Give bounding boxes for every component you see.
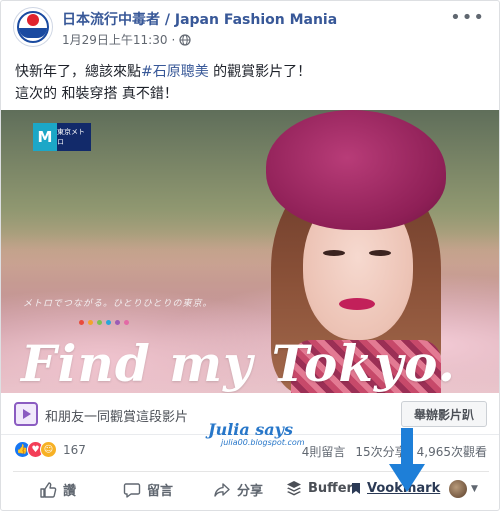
like-label: 讚 [63, 484, 77, 499]
video-player[interactable]: M 東京メトロ メトロでつながる。ひとりひとりの東京。 Find my Toky… [1, 110, 499, 393]
dot [115, 320, 120, 325]
video-color-dots [79, 320, 129, 325]
host-watch-party-button[interactable]: 舉辦影片趴 [401, 401, 487, 427]
bookmark-icon [352, 483, 360, 494]
watermark-title: Julia says [208, 420, 293, 439]
audience-selector[interactable]: ▼ [449, 480, 478, 498]
video-eye-right [369, 250, 391, 256]
video-beret [266, 110, 446, 230]
share-label: 分享 [237, 484, 264, 499]
haha-reaction-icon: ☺ [40, 441, 57, 458]
post-line-2: 這次的 和裝穿搭 真不錯！ [15, 86, 178, 102]
post-text: 快新年了，總該來點#石原聰美 的觀賞影片了！ 這次的 和裝穿搭 真不錯！ [15, 61, 485, 105]
page-avatar[interactable] [13, 7, 53, 47]
more-dots-icon[interactable]: ••• [450, 7, 485, 28]
comment-label: 留言 [147, 484, 174, 499]
hashtag-link[interactable]: #石原聰美 [141, 64, 209, 80]
down-arrow-annotation-icon [389, 428, 425, 492]
video-tagline: メトロでつながる。ひとりひとりの東京。 [23, 299, 213, 309]
reactions-summary[interactable]: 👍 ♥ ☺ 167 [14, 441, 86, 458]
watch-party-text[interactable]: 和朋友一同觀賞這段影片 [45, 406, 188, 425]
video-lips [339, 298, 375, 310]
dot [79, 320, 84, 325]
dot [88, 320, 93, 325]
post-line-1: 快新年了，總該來點#石原聰美 的觀賞影片了！ [15, 61, 485, 83]
buffer-stack-icon [287, 481, 301, 496]
avatar-dot [27, 14, 39, 26]
video-title-overlay: Find my Tokyo. [21, 334, 456, 393]
dot [106, 320, 111, 325]
share-button[interactable]: 分享 [213, 480, 263, 499]
dot [124, 320, 129, 325]
comment-button[interactable]: 留言 [123, 480, 173, 499]
view-count: 4,965次觀看 [416, 445, 487, 459]
comment-count[interactable]: 4則留言 [302, 443, 346, 460]
meta-separator: · [171, 32, 176, 47]
post-meta: 1月29日上午11:30 · [62, 31, 191, 48]
share-arrow-icon [214, 482, 230, 497]
video-eye-left [323, 250, 345, 256]
metro-logo-mark: M [33, 123, 57, 151]
user-avatar [449, 480, 467, 498]
post-line-1-prefix: 快新年了，總該來點 [15, 64, 141, 80]
watch-party-icon [14, 402, 38, 426]
reaction-count: 167 [63, 442, 86, 457]
buffer-label: Buffer [308, 480, 353, 496]
metro-logo-text: 東京メトロ [57, 123, 91, 151]
caret-down-icon: ▼ [471, 484, 478, 494]
page-name-link[interactable]: 日本流行中毒者 / Japan Fashion Mania [62, 9, 337, 29]
tokyo-metro-logo: M 東京メトロ [33, 123, 91, 151]
post-line-1-suffix: 的觀賞影片了！ [208, 64, 312, 80]
dot [97, 320, 102, 325]
buffer-button[interactable]: Buffer [286, 480, 353, 496]
like-button[interactable]: 讚 [39, 480, 76, 499]
comment-bubble-icon [123, 482, 141, 498]
post-timestamp[interactable]: 1月29日上午11:30 [62, 31, 168, 48]
watermark-url: julia00.blogspot.com [221, 438, 305, 447]
globe-icon[interactable] [179, 33, 191, 46]
post-header: 日本流行中毒者 / Japan Fashion Mania 1月29日上午11:… [1, 1, 499, 57]
post-card: 日本流行中毒者 / Japan Fashion Mania 1月29日上午11:… [0, 0, 500, 511]
thumbs-up-icon [40, 481, 57, 498]
